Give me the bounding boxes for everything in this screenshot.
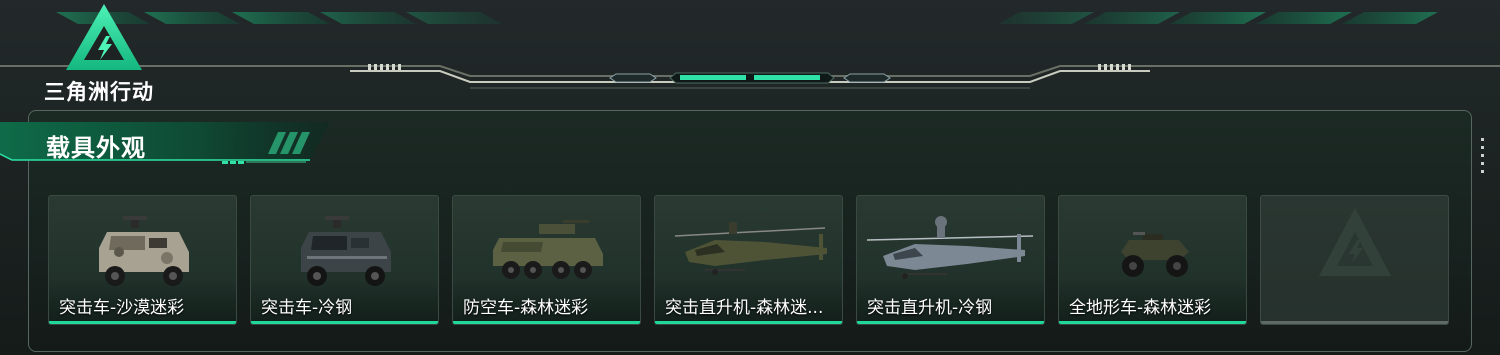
selected-indicator [857,321,1044,324]
vehicle-card-label: 突击直升机-冷钢 [867,298,993,318]
vehicle-card[interactable]: 突击直升机-森林迷... [654,195,843,325]
vehicle-card-label: 突击车-沙漠迷彩 [59,298,185,318]
anti-air-vehicle-icon [493,220,603,279]
section-title: 载具外观 [46,134,146,162]
atv-icon [1121,232,1189,277]
selected-indicator [1059,321,1246,324]
top-frame-decoration [0,12,1500,89]
delta-triangle-logo-icon [66,4,142,70]
vehicle-card[interactable]: 突击车-冷钢 [250,195,439,325]
armored-car-steel-icon [301,216,391,286]
vehicle-card-label: 全地形车-森林迷彩 [1069,298,1212,318]
vehicle-card-label: 突击直升机-森林迷... [665,298,824,318]
attack-helicopter-forest-icon [674,222,827,275]
empty-vehicle-slot[interactable] [1260,195,1449,325]
empty-slot-logo-icon [1319,208,1391,276]
vehicle-skin-grid: 突击车-沙漠迷彩 突击车-冷钢 防空车-森林迷彩 突击直升机-森林迷... 突击… [48,195,1450,327]
vehicle-card[interactable]: 防空车-森林迷彩 [452,195,641,325]
game-logo: 三角洲行动 [44,2,184,104]
empty-indicator [1261,321,1448,324]
selected-indicator [49,321,236,324]
attack-helicopter-steel-icon [866,216,1034,279]
scroll-indicator[interactable] [1481,138,1485,180]
vehicle-card[interactable]: 突击直升机-冷钢 [856,195,1045,325]
vehicle-card-label: 突击车-冷钢 [261,298,353,318]
armored-car-desert-icon [99,216,189,286]
vehicle-card[interactable]: 突击车-沙漠迷彩 [48,195,237,325]
vehicle-card[interactable]: 全地形车-森林迷彩 [1058,195,1247,325]
logo-text: 三角洲行动 [44,80,154,104]
vehicle-card-label: 防空车-森林迷彩 [463,298,589,318]
selected-indicator [655,321,842,324]
selected-indicator [251,321,438,324]
selected-indicator [453,321,640,324]
